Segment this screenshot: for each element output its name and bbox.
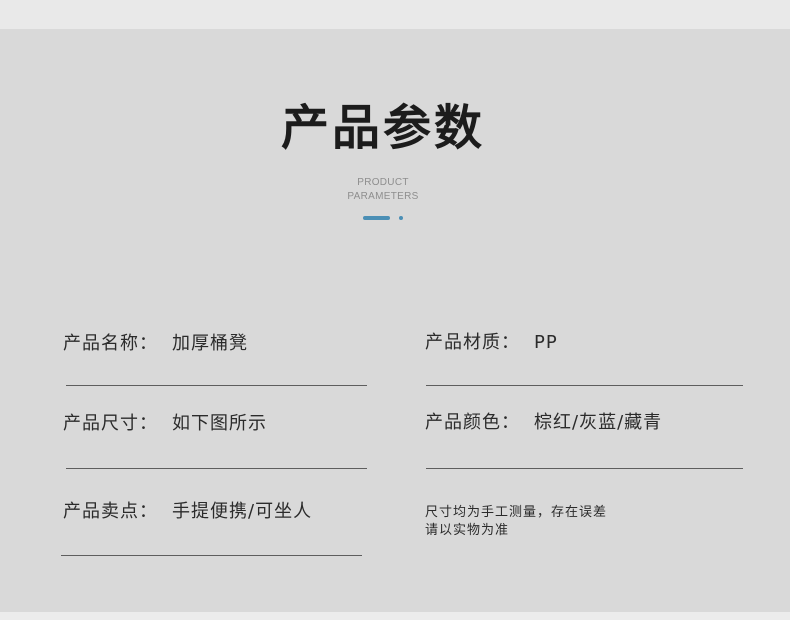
param-value: 加厚桶凳 xyxy=(172,333,248,354)
param-value: PP xyxy=(534,332,558,353)
measurement-note-line-2: 请以实物为准 xyxy=(425,523,510,538)
param-label: 产品颜色： xyxy=(425,412,520,433)
divider xyxy=(66,385,367,386)
divider xyxy=(61,555,362,556)
divider xyxy=(426,385,743,386)
param-label: 产品材质： xyxy=(425,332,520,353)
bottom-band xyxy=(0,612,790,620)
accent-bar xyxy=(363,216,390,220)
page-title: 产品参数 xyxy=(280,100,485,156)
param-selling-point: 产品卖点： 手提便携/可坐人 xyxy=(63,500,312,524)
param-value: 棕红/灰蓝/藏青 xyxy=(534,412,663,433)
param-label: 产品卖点： xyxy=(63,501,158,522)
param-material: 产品材质： PP xyxy=(425,331,558,355)
param-value: 如下图所示 xyxy=(172,413,267,434)
subtitle-line-1: PRODUCT xyxy=(357,177,409,188)
param-label: 产品尺寸： xyxy=(63,413,158,434)
param-size: 产品尺寸： 如下图所示 xyxy=(63,412,267,436)
param-label: 产品名称： xyxy=(63,333,158,354)
divider xyxy=(66,468,367,469)
top-band xyxy=(0,0,790,29)
param-value: 手提便携/可坐人 xyxy=(172,501,313,522)
measurement-note-line-1: 尺寸均为手工测量，存在误差 xyxy=(425,505,608,520)
subtitle-line-2: PARAMETERS xyxy=(347,191,419,202)
param-color: 产品颜色： 棕红/灰蓝/藏青 xyxy=(425,411,662,435)
accent-dot xyxy=(399,216,403,220)
param-product-name: 产品名称： 加厚桶凳 xyxy=(63,332,248,356)
divider xyxy=(426,468,743,469)
